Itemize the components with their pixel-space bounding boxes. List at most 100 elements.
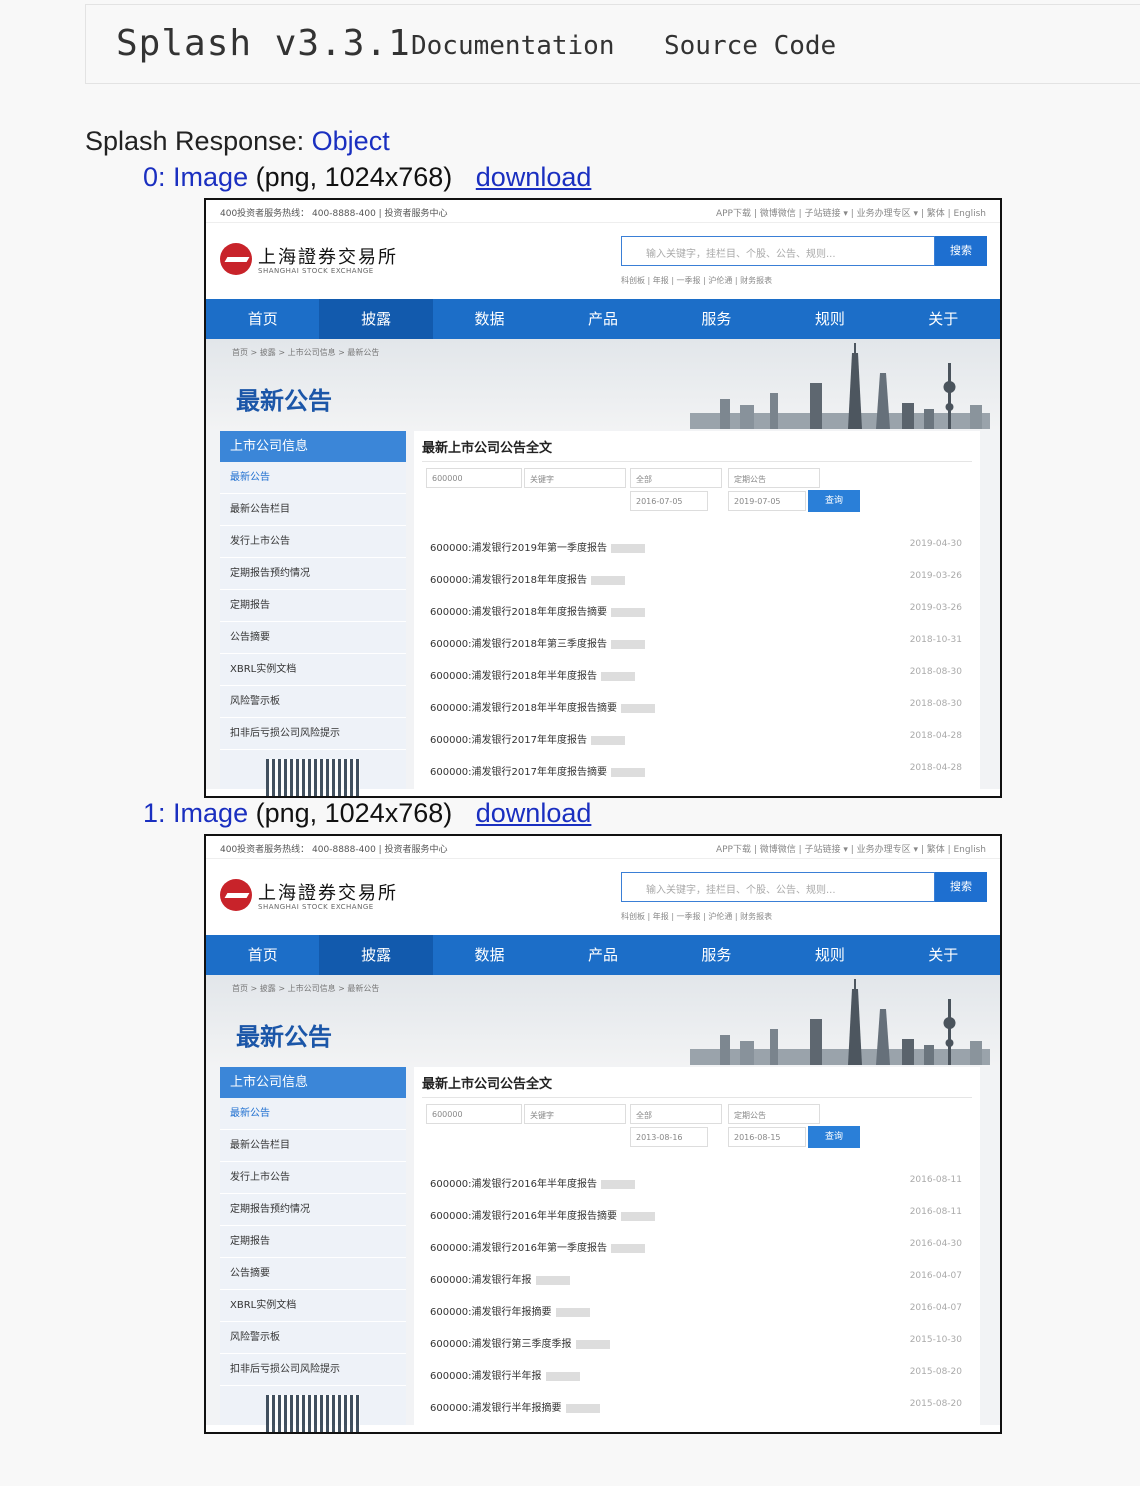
sse-sidebar-item: 定期报告 <box>220 590 406 622</box>
sse-menu-item: 服务 <box>701 310 732 328</box>
sse-sidebar-item: XBRL实例文档 <box>220 654 406 686</box>
announcement-date: 2016-08-11 <box>909 1175 962 1185</box>
announcement-date: 2018-08-30 <box>909 699 962 709</box>
sse-search-button: 搜索 <box>935 236 987 266</box>
nav-link-documentation[interactable]: Documentation <box>411 31 615 61</box>
sse-sidebar: 上市公司信息 最新公告 最新公告栏目 发行上市公告 定期报告预约情况 定期报告 … <box>220 1067 406 1432</box>
sse-menu-item: 产品 <box>587 946 618 964</box>
sse-banner: 首页 > 披露 > 上市公司信息 > 最新公告 最新公告 <box>206 975 1000 1065</box>
announcement-date: 2015-10-30 <box>909 1335 962 1345</box>
announcement-title: 600000:浦发银行年报摘要 <box>430 1303 590 1318</box>
announcement-title: 600000:浦发银行2019年第一季度报告 <box>430 539 645 554</box>
sse-menu-item: 披露 <box>319 299 433 339</box>
announcement-title: 600000:浦发银行2016年半年度报告摘要 <box>430 1207 655 1222</box>
pdf-badge-icon <box>591 575 625 585</box>
sse-breadcrumb: 首页 > 披露 > 上市公司信息 > 最新公告 <box>232 984 380 993</box>
sse-sidebar-item: 定期报告 <box>220 1226 406 1258</box>
sse-sidebar: 上市公司信息 最新公告 最新公告栏目 发行上市公告 定期报告预约情况 定期报告 … <box>220 431 406 796</box>
download-link[interactable]: download <box>476 798 592 828</box>
announcement-title: 600000:浦发银行2018年年度报告摘要 <box>430 603 645 618</box>
sse-menu: 首页 披露 数据 产品 服务 规则 关于 <box>206 299 1000 339</box>
download-link[interactable]: download <box>476 162 592 192</box>
sse-subtype-select: 定期公告 <box>728 1104 820 1124</box>
pdf-badge-icon <box>621 1211 655 1221</box>
announcement-date: 2018-04-28 <box>909 731 962 741</box>
sse-code-field: 600000 <box>426 468 522 488</box>
announcement-row: 600000:浦发银行第三季度季报 2015-10-30 <box>430 1325 972 1357</box>
announcement-row: 600000:浦发银行年报 2016-04-07 <box>430 1261 972 1293</box>
sse-logo-en: SHANGHAI STOCK EXCHANGE <box>258 903 374 911</box>
sse-sidebar-item: 公告摘要 <box>220 622 406 654</box>
pdf-badge-icon <box>575 1339 610 1349</box>
sse-toplinks: APP下载 | 微博微信 | 子站链接 ▾ | 业务办理专区 ▾ | 繁体 | … <box>715 209 986 219</box>
announcement-row: 600000:浦发银行2017年年度报告摘要 2018-04-28 <box>430 753 972 785</box>
sse-content: 上市公司信息 最新公告 最新公告栏目 发行上市公告 定期报告预约情况 定期报告 … <box>206 429 1000 796</box>
sse-menu-item: 数据 <box>474 946 505 964</box>
sse-content: 上市公司信息 最新公告 最新公告栏目 发行上市公告 定期报告预约情况 定期报告 … <box>206 1065 1000 1432</box>
pdf-badge-icon <box>611 543 645 553</box>
announcement-row: 600000:浦发银行2018年年度报告摘要 2019-03-26 <box>430 593 972 625</box>
sse-sidebar-item: XBRL实例文档 <box>220 1290 406 1322</box>
announcement-row: 600000:浦发银行半年报 2015-08-20 <box>430 1357 972 1389</box>
sse-keyword-field: 关键字 <box>524 468 626 488</box>
announcement-title: 600000:浦发银行2016年半年度报告 <box>430 1175 635 1190</box>
announcement-date: 2016-04-30 <box>909 1239 962 1249</box>
item-index: 0: <box>143 162 166 192</box>
announcement-title: 600000:浦发银行半年报 <box>430 1367 580 1382</box>
sse-type-select: 全部 <box>630 468 722 488</box>
sse-logo-cn: 上海證券交易所 <box>258 247 398 268</box>
sse-logo-icon <box>220 879 252 911</box>
sse-sidebar-item: 发行上市公告 <box>220 526 406 558</box>
qr-code-icon <box>266 1395 360 1432</box>
response-label: Splash Response: <box>85 126 305 156</box>
announcement-date: 2018-08-30 <box>909 667 962 677</box>
sse-sidebar-item: 风险警示板 <box>220 1322 406 1354</box>
sse-banner: 首页 > 披露 > 上市公司信息 > 最新公告 最新公告 <box>206 339 1000 429</box>
pdf-badge-icon <box>555 1307 590 1317</box>
announcement-row: 600000:浦发银行2016年半年度报告摘要 2016-08-11 <box>430 1197 972 1229</box>
sse-search-input: 输入关键字，挂栏目、个股、公告、规则... <box>621 236 935 266</box>
announcement-row: 600000:浦发银行2017年年度报告 2018-04-28 <box>430 721 972 753</box>
sse-menu-item: 数据 <box>474 310 505 328</box>
sse-subtype-select: 定期公告 <box>728 468 820 488</box>
sse-menu-item: 规则 <box>814 310 845 328</box>
sse-header: 上海證券交易所 SHANGHAI STOCK EXCHANGE 输入关键字，挂栏… <box>206 859 1000 935</box>
item-index: 1: <box>143 798 166 828</box>
sse-panel: 最新上市公司公告全文 600000 关键字 全部 定期公告 2013-08-16… <box>414 1067 980 1425</box>
divider <box>422 1097 972 1098</box>
announcement-title: 600000:浦发银行2018年半年度报告 <box>430 667 635 682</box>
response-type[interactable]: Object <box>312 126 390 156</box>
sse-logo-icon <box>220 243 252 275</box>
pdf-badge-icon <box>621 703 655 713</box>
sse-sidebar-head: 上市公司信息 <box>220 431 406 462</box>
sse-banner-title: 最新公告 <box>236 387 332 415</box>
top-navbar: Splash v3.3.1 Documentation Source Code <box>85 4 1140 84</box>
pdf-badge-icon <box>565 1403 600 1413</box>
pdf-badge-icon <box>545 1371 580 1381</box>
announcement-row: 600000:浦发银行2018年半年度报告 2018-08-30 <box>430 657 972 689</box>
sse-panel: 最新上市公司公告全文 600000 关键字 全部 定期公告 2016-07-05… <box>414 431 980 789</box>
sse-sidebar-item: 最新公告 <box>220 1098 406 1130</box>
sse-panel-title: 最新上市公司公告全文 <box>422 1077 553 1092</box>
sse-date-to: 2019-07-05 <box>728 491 806 511</box>
announcement-date: 2015-08-20 <box>909 1399 962 1409</box>
item-kind: Image <box>173 798 249 828</box>
brand-title[interactable]: Splash v3.3.1 <box>116 23 411 64</box>
announcement-row: 600000:浦发银行2016年第一季度报告 2016-04-30 <box>430 1229 972 1261</box>
sse-panel-title: 最新上市公司公告全文 <box>422 441 553 456</box>
divider <box>422 461 972 462</box>
announcement-row: 600000:浦发银行2018年半年度报告摘要 2018-08-30 <box>430 689 972 721</box>
sse-sidebar-item: 扣非后亏损公司风险提示 <box>220 718 406 750</box>
sse-sidebar-item: 发行上市公告 <box>220 1162 406 1194</box>
sse-keyword-field: 关键字 <box>524 1104 626 1124</box>
pdf-badge-icon <box>601 1179 635 1189</box>
sse-menu-item: 首页 <box>247 946 278 964</box>
nav-link-source-code[interactable]: Source Code <box>664 31 836 61</box>
skyline-illustration <box>690 343 990 429</box>
announcement-date: 2019-03-26 <box>909 571 962 581</box>
announcement-title: 600000:浦发银行2016年第一季度报告 <box>430 1239 645 1254</box>
announcement-title: 600000:浦发银行2018年第三季度报告 <box>430 635 645 650</box>
announcement-title: 600000:浦发银行第三季度季报 <box>430 1335 610 1350</box>
sse-sidebar-item: 最新公告栏目 <box>220 494 406 526</box>
image-item-0-header: 0: Image (png, 1024x768) download <box>143 162 591 193</box>
